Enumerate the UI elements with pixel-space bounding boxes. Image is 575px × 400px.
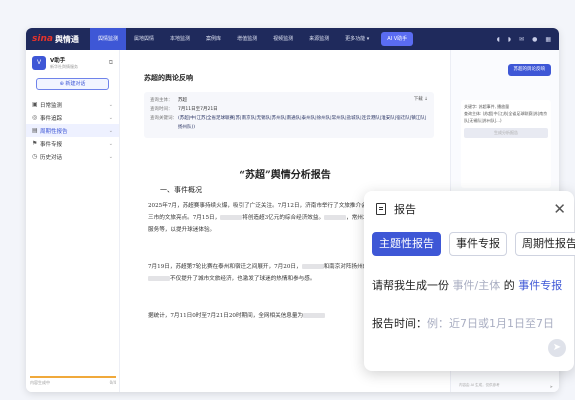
top-icon-group: ◖ ◗ ✉ ● ▦	[497, 36, 559, 43]
redacted-text	[220, 215, 243, 221]
sidebar: V V助手 新华社舆情服务 ⧉ ⊕ 新建对话 ▣ 日常监测 ⌄ ◎ 事件追踪 ⌄…	[26, 50, 120, 392]
new-chat-button[interactable]: ⊕ 新建对话	[36, 78, 109, 90]
volume-icon[interactable]: ◗	[508, 36, 511, 43]
redacted-text	[324, 215, 347, 221]
tab-event-report[interactable]: 事件专报	[449, 232, 507, 256]
chevron-down-icon: ⌄	[108, 101, 113, 108]
top-nav-bar: sina 舆情通 舆情监测 属地舆情 本地监测 案例库 增值监测 视频监测 来源…	[26, 28, 559, 50]
nav-item-monitor[interactable]: 舆情监测	[90, 28, 127, 50]
report-icon: ▤	[32, 127, 38, 134]
redacted-text	[148, 276, 170, 282]
nav-item-video[interactable]: 视频监测	[265, 28, 301, 50]
assistant-avatar: V	[32, 56, 46, 70]
redacted-text	[303, 313, 326, 318]
report-time-label: 报告时间：	[372, 317, 427, 330]
brand-logo[interactable]: sina 舆情通	[26, 28, 90, 50]
prompt-input[interactable]: 请帮我生成一份 事件/主体 的 事件专报	[372, 277, 568, 294]
chevron-down-icon: ⌄	[108, 140, 113, 147]
sidebar-item-event-tracking[interactable]: ◎ 事件追踪 ⌄	[26, 111, 119, 124]
calendar-icon: ▣	[32, 101, 38, 108]
tab-periodic-report[interactable]: 周期性报告	[515, 232, 575, 256]
flag-icon: ⚑	[32, 140, 38, 147]
nav-item-local-monitor[interactable]: 本地监测	[162, 28, 198, 50]
section-heading: 一、事件概况	[160, 186, 202, 194]
logo-mark: sina	[32, 34, 53, 44]
sidebar-footer-count: 0/4	[109, 380, 116, 385]
tab-thematic-report[interactable]: 主题性报告	[372, 232, 441, 256]
subject-placeholder[interactable]: 事件/主体	[453, 279, 501, 292]
chat-response-box: 关键字: 苏超事件, 播放量 查询主体: (苏超|中(江苏|全省足球联赛|苏|南…	[461, 100, 551, 188]
subject-value: 苏超	[178, 98, 187, 103]
download-button[interactable]: 下载 ↓	[414, 96, 428, 102]
nav-item-local-opinion[interactable]: 属地舆情	[126, 28, 162, 50]
assistant-subtitle: 新华社舆情服务	[50, 64, 78, 69]
time-label: 查询时间：	[150, 107, 173, 112]
subject-label: 查询主体：	[150, 98, 173, 103]
response-line: 查询主体: (苏超|中(江苏|全省足球联赛|苏|南京队|无锡队|苏州队|…)	[464, 111, 548, 123]
sidebar-item-history[interactable]: ◷ 历史对话 ⌄	[26, 150, 119, 163]
sidebar-item-label: 事件专报	[40, 141, 63, 148]
logo-text: 舆情通	[54, 34, 79, 44]
sidebar-item-label: 事件追踪	[40, 115, 63, 122]
sidebar-item-label: 历史对话	[40, 154, 63, 161]
time-value: 7月11日至7月21日	[178, 107, 218, 112]
close-icon[interactable]: ✕	[553, 202, 566, 217]
assistant-header: V V助手 新华社舆情服务 ⧉	[26, 50, 119, 70]
report-popup: 报告 ✕ 主题性报告 事件专报 周期性报告 请帮我生成一份 事件/主体 的 事件…	[364, 191, 575, 371]
report-heading: “苏超”舆情分析报告	[239, 170, 331, 181]
response-line: 关键字: 苏超事件, 播放量	[464, 104, 510, 109]
ai-assistant-button[interactable]: AI V助手	[381, 32, 414, 46]
topic-chip-button[interactable]: 苏超的舆论反响	[507, 64, 551, 76]
redacted-text	[301, 264, 324, 269]
user-icon[interactable]: ●	[532, 36, 537, 43]
generation-progress-bar	[30, 376, 116, 378]
report-type-text: 事件专报	[518, 279, 563, 292]
sidebar-item-periodic-report[interactable]: ▤ 周期性报告 ⌄	[26, 124, 119, 137]
chevron-down-icon: ⌄	[108, 114, 113, 121]
collapse-icon[interactable]: ⧉	[109, 59, 113, 67]
mail-icon[interactable]: ✉	[519, 36, 524, 43]
sidebar-item-label: 周期性报告	[40, 128, 68, 135]
popup-title: 报告	[394, 203, 416, 216]
keyword-value: (苏超|中(江苏|全省足球联赛|苏|南京队|无锡队|苏州队|南通队|泰州队|徐州…	[178, 116, 427, 130]
send-small-icon[interactable]: ➤	[550, 384, 553, 389]
sidebar-item-event-report[interactable]: ⚑ 事件专报 ⌄	[26, 137, 119, 150]
grid-icon[interactable]: ▦	[545, 36, 551, 43]
chevron-down-icon: ⌄	[108, 153, 113, 160]
report-time-field[interactable]: 报告时间：例：近7日或1月1日至7日	[372, 315, 554, 331]
send-icon[interactable]: ➤	[548, 339, 566, 357]
nav-item-cases[interactable]: 案例库	[198, 28, 229, 50]
sidebar-item-label: 日常监测	[40, 102, 63, 109]
keyword-label: 查询关键词：	[150, 116, 177, 121]
clock-icon: ◷	[32, 153, 38, 160]
nav-item-source[interactable]: 来源监测	[301, 28, 337, 50]
main-nav: 舆情监测 属地舆情 本地监测 案例库 增值监测 视频监测 来源监测 更多功能 ▾…	[90, 28, 414, 50]
ai-disclaimer: 内容由 AI 生成，仅供参考	[459, 383, 500, 387]
bell-icon[interactable]: ◖	[497, 36, 500, 43]
popup-header: 报告 ✕	[364, 191, 574, 217]
nav-item-value-added[interactable]: 增值监测	[229, 28, 265, 50]
document-title: 苏超的舆论反响	[144, 74, 193, 82]
query-info-box: 查询主体： 苏超 查询时间： 7月11日至7月21日 查询关键词： (苏超|中(江苏|…	[144, 92, 434, 138]
nav-item-more[interactable]: 更多功能 ▾	[337, 28, 377, 50]
target-icon: ◎	[32, 114, 38, 121]
report-type-tabs: 主题性报告 事件专报 周期性报告	[364, 232, 575, 256]
sidebar-footer: 内容生成中 0/4	[30, 380, 116, 386]
sidebar-footer-text: 内容生成中	[30, 380, 50, 385]
assistant-title: V助手	[50, 58, 66, 64]
sidebar-item-daily-monitor[interactable]: ▣ 日常监测 ⌄	[26, 98, 119, 111]
document-icon	[376, 203, 386, 215]
report-time-placeholder[interactable]: 例：近7日或1月1日至7日	[427, 317, 554, 330]
chevron-down-icon: ⌄	[108, 127, 113, 134]
generate-report-button[interactable]: 生成分析报告	[464, 128, 548, 138]
